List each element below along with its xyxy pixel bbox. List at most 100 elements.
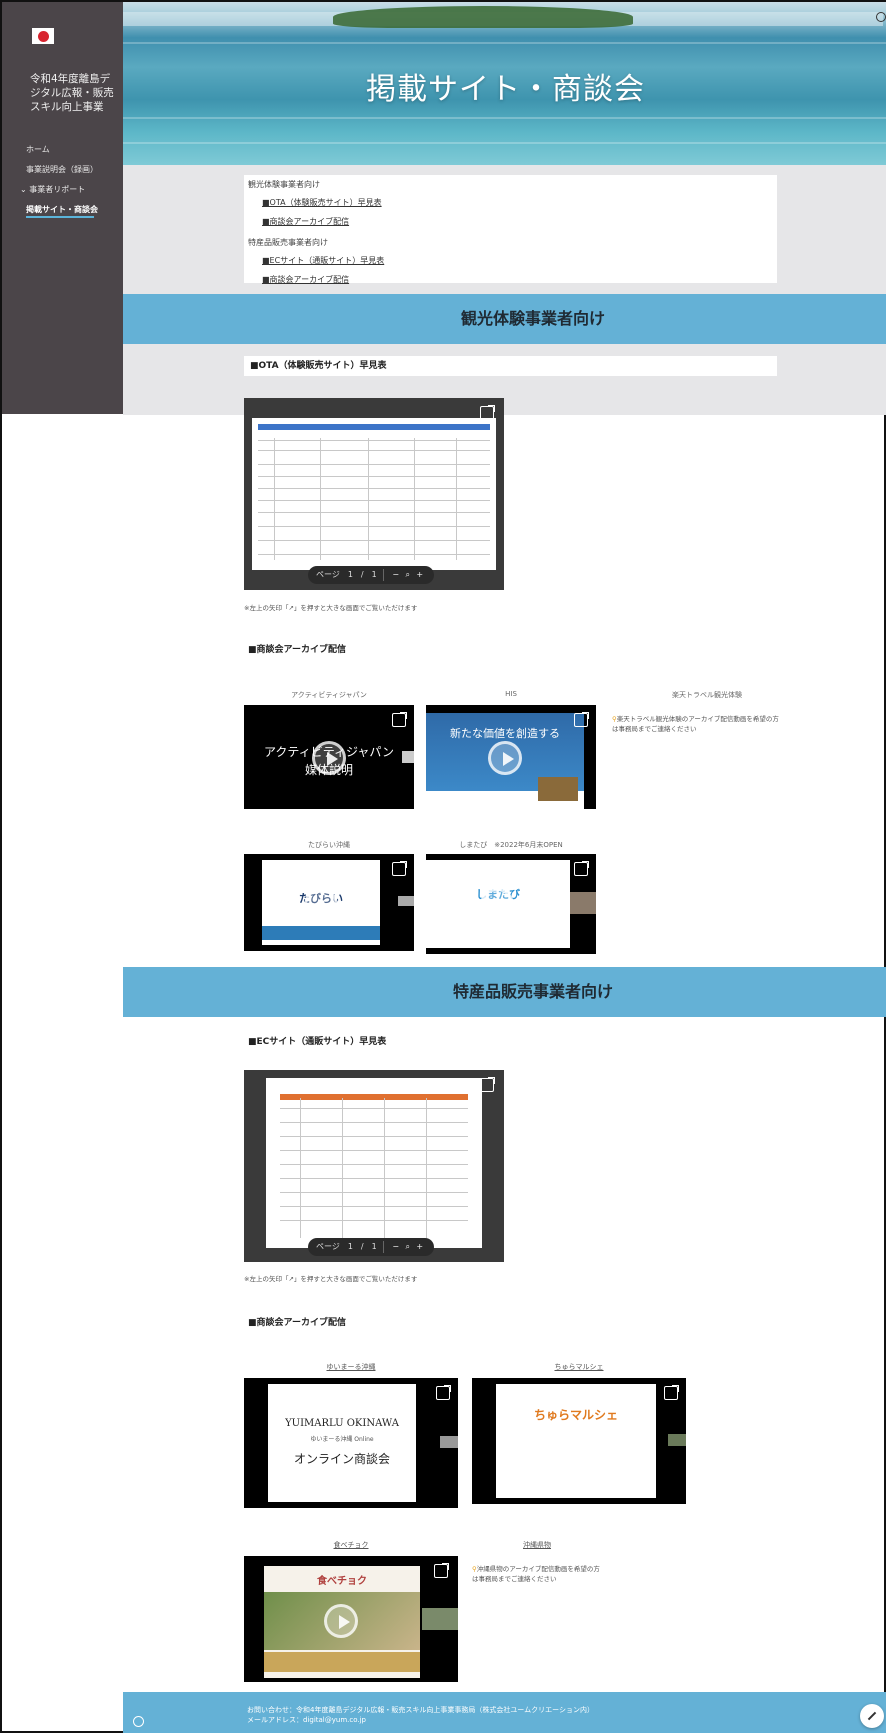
- video-caption[interactable]: ちゅらマルシェ: [472, 1362, 686, 1372]
- video-caption: しまたび ※2022年6月末OPEN: [459, 841, 563, 849]
- zoom-out-icon[interactable]: −: [390, 1238, 402, 1256]
- play-icon[interactable]: [558, 1426, 592, 1460]
- table-header-bar: [280, 1094, 468, 1100]
- video-caption: たびらい沖縄: [308, 841, 350, 849]
- video-caption[interactable]: ゆいまーる沖縄: [244, 1362, 458, 1372]
- video-caption: HIS: [505, 690, 517, 698]
- video-title: 新たな価値を創造する: [450, 727, 560, 740]
- document-page: [252, 418, 496, 570]
- page-indicator: ページ 1 / 1: [316, 1242, 377, 1251]
- other-note: ⚲沖縄県物のアーカイブ配信動画を希望の方は事務局までご連絡ください: [472, 1564, 602, 1584]
- video-chura-marche[interactable]: ちゅらマルシェ: [472, 1378, 686, 1504]
- speaker-thumbnail: [570, 892, 596, 914]
- video-activity-japan[interactable]: アクティビティジャパン 媒体説明: [244, 705, 414, 809]
- zoom-search-icon[interactable]: ⌕: [402, 1238, 414, 1256]
- ota-document-viewer[interactable]: ページ 1 / 1 − ⌕ +: [244, 398, 504, 590]
- section-band-products: 特産品販売事業者向け: [123, 967, 886, 1017]
- hero-banner: 掲載サイト・商談会: [123, 2, 886, 165]
- popout-icon[interactable]: [574, 861, 589, 876]
- video-title-en: YUIMARLU OKINAWA: [285, 1418, 399, 1429]
- section-title: 特産品販売事業者向け: [452, 982, 613, 1001]
- nav-briefing-recording[interactable]: 事業説明会（録画）: [26, 160, 122, 180]
- help-icon[interactable]: [133, 1716, 144, 1727]
- popout-icon[interactable]: [574, 712, 589, 727]
- rakuten-note: ⚲楽天トラベル観光体験のアーカイブ配信動画を希望の方は事務局までご連絡ください: [612, 714, 782, 734]
- popout-icon[interactable]: [480, 1077, 495, 1092]
- speaker-thumbnail: [422, 1608, 458, 1630]
- video-title-jp: オンライン商談会: [293, 1452, 390, 1466]
- video-caption: アクティビティジャパン: [291, 691, 367, 699]
- video-caption[interactable]: 沖縄県物: [502, 1540, 572, 1550]
- viewer-toolbar: ページ 1 / 1 − ⌕ +: [308, 1238, 434, 1256]
- play-icon[interactable]: [304, 888, 338, 922]
- section-band-tourism: 観光体験事業者向け: [123, 294, 886, 344]
- zoom-out-icon[interactable]: −: [390, 566, 402, 584]
- page-title: 掲載サイト・商談会: [366, 72, 645, 107]
- ota-heading: ■OTA（体験販売サイト）早見表: [244, 356, 777, 376]
- other-note-text: 沖縄県物のアーカイブ配信動画を希望の方は事務局までご連絡ください: [472, 1565, 600, 1583]
- popout-icon[interactable]: [434, 1563, 449, 1578]
- viewer-toolbar: ページ 1 / 1 − ⌕ +: [308, 566, 434, 584]
- play-icon[interactable]: [488, 741, 522, 775]
- play-icon[interactable]: [324, 1604, 358, 1638]
- nav-business-report[interactable]: ⌄ 事業者リポート: [20, 180, 122, 200]
- nav-listing-sites[interactable]: 掲載サイト・商談会: [26, 200, 122, 220]
- speaker-thumbnail: [440, 1436, 458, 1448]
- zoom-in-icon[interactable]: +: [414, 566, 426, 584]
- search-icon[interactable]: [876, 12, 886, 22]
- speaker-thumbnail: [668, 1434, 686, 1446]
- popout-icon[interactable]: [664, 1385, 679, 1400]
- video-title: 食べチョク: [317, 1576, 367, 1587]
- section-title: 観光体験事業者向け: [460, 309, 605, 328]
- slide-band: [264, 1652, 420, 1672]
- speaker-thumbnail: [402, 751, 414, 763]
- hero-wave: [123, 42, 886, 44]
- nav-home[interactable]: ホーム: [26, 140, 122, 160]
- rakuten-note-text: 楽天トラベル観光体験のアーカイブ配信動画を希望の方は事務局までご連絡ください: [612, 715, 779, 733]
- ec-document-viewer[interactable]: ページ 1 / 1 − ⌕ +: [244, 1070, 504, 1262]
- video-yuimarlu[interactable]: YUIMARLU OKINAWA ゆいまーる沖縄 Online オンライン商談会: [244, 1378, 458, 1508]
- logo-mark-icon: [37, 30, 49, 42]
- video-caption: 楽天トラベル観光体験: [672, 691, 742, 699]
- hero-island: [333, 6, 633, 28]
- play-icon[interactable]: [312, 741, 346, 775]
- sidebar: 令和4年度離島デジタル広報・販売スキル向上事業 ホーム 事業説明会（録画） ⌄ …: [2, 2, 123, 414]
- speaker-thumbnail: [398, 896, 414, 906]
- table-header-bar: [258, 424, 490, 430]
- footer-contact: お問い合わせ：令和4年度離島デジタル広報・販売スキル向上事業事務局（株式会社ユー…: [247, 1706, 594, 1714]
- hero-wave: [123, 117, 886, 119]
- hero-wave: [123, 142, 886, 144]
- video-shimatabi[interactable]: しまたび: [426, 854, 596, 954]
- popout-icon[interactable]: [480, 405, 495, 420]
- footer: お問い合わせ：令和4年度離島デジタル広報・販売スキル向上事業事務局（株式会社ユー…: [123, 1692, 886, 1733]
- toc-link-products-archive[interactable]: ■商談会アーカイブ配信: [262, 273, 773, 287]
- slide-band: [262, 926, 380, 940]
- site-logo[interactable]: [32, 28, 54, 44]
- video-caption[interactable]: 食べチョク: [244, 1540, 458, 1550]
- document-page: [266, 1078, 482, 1248]
- video-tabirai[interactable]: たびらい: [244, 854, 414, 951]
- video-his[interactable]: 新たな価値を創造する: [426, 705, 596, 809]
- viewer-note: ※左上の矢印「↗」を押すと大きな画面でご覧いただけます: [244, 1275, 418, 1283]
- footer-email[interactable]: メールアドレス：digital@yum.co.jp: [247, 1715, 366, 1725]
- popout-icon[interactable]: [392, 861, 407, 876]
- video-slide: [268, 1384, 416, 1502]
- video-tabechoku[interactable]: 食べチョク: [244, 1556, 458, 1682]
- zoom-in-icon[interactable]: +: [414, 1238, 426, 1256]
- video-subtitle: ゆいまーる沖縄 Online: [310, 1436, 374, 1443]
- popout-icon[interactable]: [436, 1385, 451, 1400]
- ec-heading: ■ECサイト（通販サイト）早見表: [248, 1037, 387, 1047]
- site-title[interactable]: 令和4年度離島デジタル広報・販売スキル向上事業: [30, 72, 114, 114]
- speaker-thumbnail: [538, 777, 578, 801]
- archive-heading-products: ■商談会アーカイブ配信: [248, 1318, 346, 1328]
- popout-icon[interactable]: [392, 712, 407, 727]
- toc-link-ec[interactable]: ■ECサイト（通販サイト）早見表: [262, 254, 773, 268]
- zoom-search-icon[interactable]: ⌕: [402, 566, 414, 584]
- toc-link-tourism-archive[interactable]: ■商談会アーカイブ配信: [262, 215, 773, 229]
- viewer-note: ※左上の矢印「↗」を押すと大きな画面でご覧いただけます: [244, 604, 418, 612]
- page-indicator: ページ 1 / 1: [316, 570, 377, 579]
- toc-link-ota[interactable]: ■OTA（体験販売サイト）早見表: [262, 196, 773, 210]
- toc-group-products: 特産品販売事業者向け: [248, 238, 328, 247]
- edit-icon[interactable]: [860, 1704, 884, 1728]
- play-icon[interactable]: [480, 888, 514, 922]
